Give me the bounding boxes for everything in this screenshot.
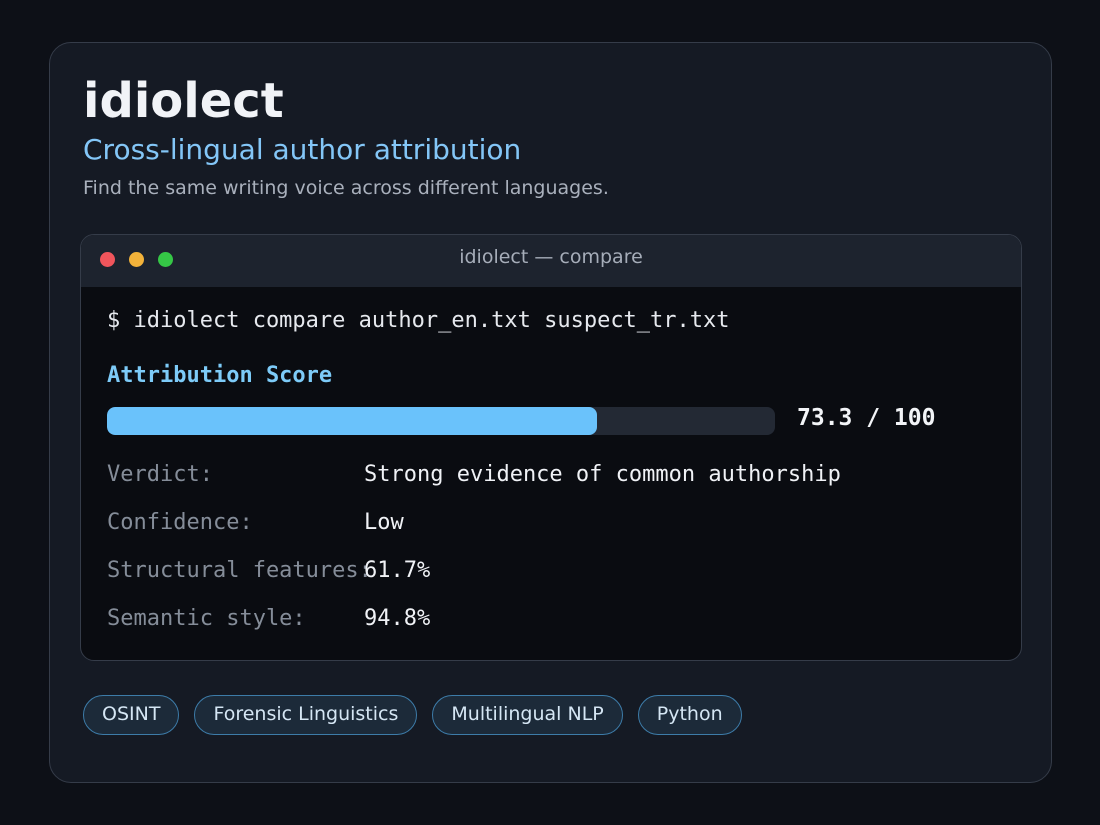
verdict-label: Verdict: [107, 462, 213, 487]
confidence-label: Confidence: [107, 510, 253, 535]
attribution-score-value: 73.3 / 100 [797, 405, 936, 431]
semantic-style-value: 94.8% [364, 606, 431, 631]
attribution-score-label: Attribution Score [107, 363, 333, 388]
project-title: idiolect [83, 73, 284, 129]
structural-features-label: Structural features: [107, 558, 372, 583]
semantic-style-label: Semantic style: [107, 606, 306, 631]
attribution-score-bar-fill [107, 407, 597, 435]
tag-forensic-linguistics[interactable]: Forensic Linguistics [194, 695, 418, 735]
topic-tags: OSINT Forensic Linguistics Multilingual … [83, 695, 742, 735]
terminal-window-title: idiolect — compare [459, 246, 643, 268]
tag-python[interactable]: Python [637, 695, 742, 735]
terminal-command: $ idiolect compare author_en.txt suspect… [107, 308, 730, 333]
terminal-titlebar: idiolect — compare [81, 235, 1021, 287]
project-card: idiolect Cross-lingual author attributio… [49, 42, 1052, 783]
attribution-score-bar [107, 407, 775, 435]
confidence-value: Low [364, 510, 404, 535]
project-tagline: Find the same writing voice across diffe… [83, 177, 609, 199]
terminal-window: idiolect — compare $ idiolect compare au… [80, 234, 1022, 661]
tag-osint[interactable]: OSINT [83, 695, 180, 735]
project-subtitle: Cross-lingual author attribution [83, 133, 522, 166]
structural-features-value: 61.7% [364, 558, 431, 583]
verdict-value: Strong evidence of common authorship [364, 462, 841, 487]
tag-multilingual-nlp[interactable]: Multilingual NLP [432, 695, 623, 735]
